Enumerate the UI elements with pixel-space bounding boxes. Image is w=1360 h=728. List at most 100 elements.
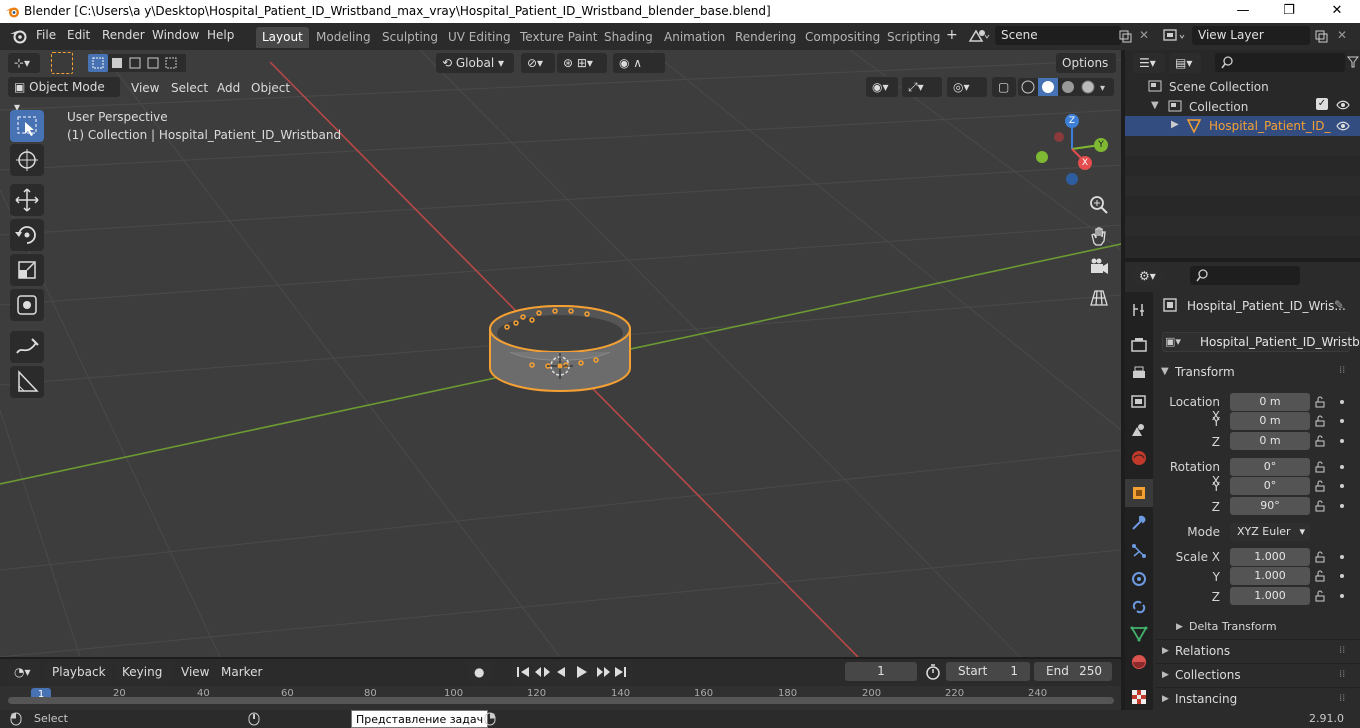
properties-search-input[interactable]: [1190, 266, 1300, 285]
object-name-field[interactable]: ▣▾ Hospital_Patient_ID_Wristba...: [1162, 332, 1360, 352]
transform-collapse-icon[interactable]: ▼: [1161, 366, 1169, 377]
maximize-button[interactable]: ❐: [1266, 0, 1312, 23]
location-x-field[interactable]: 0 m: [1230, 393, 1310, 411]
viewport-menu-view[interactable]: View: [131, 81, 159, 95]
keyframe-dot[interactable]: [1340, 484, 1344, 488]
remove-view-layer-icon[interactable]: ✕: [1337, 28, 1347, 42]
xray-toggle-icon[interactable]: ▢: [992, 77, 1016, 97]
keyframe-dot[interactable]: [1340, 594, 1344, 598]
keyframe-dot[interactable]: [1340, 555, 1344, 559]
viewport-menu-object[interactable]: Object: [251, 81, 290, 95]
menu-file[interactable]: File: [36, 28, 56, 42]
stopwatch-icon[interactable]: [924, 663, 942, 681]
pin-icon[interactable]: ✎: [1334, 298, 1344, 312]
gizmo-toggle-icon[interactable]: ⤢▾: [902, 77, 942, 97]
transform-orientation-dropdown[interactable]: ⟲ Global ▾: [436, 53, 514, 73]
outliner-row-object[interactable]: ▶ Hospital_Patient_ID_: [1125, 116, 1360, 136]
proportional-edit-button[interactable]: ◉ ∧: [613, 53, 665, 73]
pivot-point-button[interactable]: ⊘▾: [521, 53, 555, 73]
scale-z-field[interactable]: 1.000: [1230, 587, 1310, 605]
cursor-tool[interactable]: [10, 144, 44, 176]
object-label[interactable]: Hospital_Patient_ID_: [1209, 119, 1331, 133]
mode-dropdown[interactable]: ▣ Object Mode ▾: [8, 77, 120, 114]
menu-render[interactable]: Render: [102, 28, 145, 42]
constraint-properties-icon[interactable]: [1130, 597, 1148, 615]
select-tool-icon[interactable]: [51, 52, 73, 74]
gizmo-y-axis[interactable]: Y: [1094, 138, 1108, 152]
close-window-button[interactable]: ✕: [1314, 0, 1360, 23]
visibility-icon[interactable]: ◉▾: [866, 77, 898, 97]
scene-properties-icon[interactable]: [1130, 421, 1148, 439]
remove-scene-icon[interactable]: ✕: [1139, 28, 1149, 42]
select-box-tool[interactable]: [10, 110, 44, 142]
annotate-tool[interactable]: [10, 331, 44, 363]
drag-handle-icon[interactable]: ⁞⁞: [1339, 693, 1345, 704]
keyframe-dot[interactable]: [1340, 439, 1344, 443]
drag-handle-icon[interactable]: ⁞⁞: [1339, 645, 1345, 656]
rotation-y-field[interactable]: 0°: [1230, 477, 1310, 495]
outliner-editor-type[interactable]: ☰▾: [1133, 53, 1165, 73]
unlock-icon[interactable]: [1315, 480, 1327, 492]
timeline-editor-type[interactable]: ◔▾: [8, 662, 40, 682]
rotate-tool[interactable]: [10, 219, 44, 251]
view-layer-properties-icon[interactable]: [1130, 393, 1148, 411]
collection-expand-icon[interactable]: ▼: [1151, 100, 1159, 111]
unlock-icon[interactable]: [1315, 415, 1327, 427]
filter-icon[interactable]: [1347, 56, 1359, 68]
viewport-menu-select[interactable]: Select: [171, 81, 208, 95]
scale-x-field[interactable]: 1.000: [1230, 548, 1310, 566]
wristband-object[interactable]: [480, 292, 640, 404]
physics-properties-icon[interactable]: [1130, 570, 1148, 588]
menu-help[interactable]: Help: [207, 28, 234, 42]
move-tool[interactable]: [10, 184, 44, 216]
current-frame-field[interactable]: 1: [845, 662, 917, 681]
tab-modeling[interactable]: Modeling: [310, 27, 377, 48]
scene-field[interactable]: Scene: [995, 26, 1121, 45]
auto-keying-button[interactable]: ●: [468, 662, 494, 682]
menu-edit[interactable]: Edit: [67, 28, 90, 42]
timeline-scrollbar[interactable]: [8, 697, 1114, 704]
playback-menu[interactable]: Playback ▾: [46, 662, 112, 699]
object-properties-icon[interactable]: [1130, 484, 1148, 502]
render-properties-icon[interactable]: [1130, 336, 1148, 354]
gizmo-z-axis[interactable]: Z: [1065, 114, 1079, 128]
display-mode-icon[interactable]: ▤▾: [1169, 53, 1201, 73]
start-frame-field[interactable]: Start 1: [946, 662, 1030, 681]
end-frame-field[interactable]: End 250: [1034, 662, 1112, 681]
minimize-button[interactable]: —: [1220, 0, 1266, 23]
rotation-z-field[interactable]: 90°: [1230, 497, 1310, 515]
scale-tool[interactable]: [10, 254, 44, 286]
shading-mode-icons[interactable]: ▾: [1018, 78, 1114, 96]
keyframe-dot[interactable]: [1340, 504, 1344, 508]
options-dropdown[interactable]: Options ▾: [1056, 53, 1116, 90]
measure-tool[interactable]: [10, 366, 44, 398]
unlock-icon[interactable]: [1315, 590, 1327, 602]
viewport-menu-add[interactable]: Add: [217, 81, 240, 95]
relations-expand-icon[interactable]: ▶: [1162, 646, 1169, 656]
3d-viewport[interactable]: ⊹▾ ⟲ Global ▾ ⊘▾ ⊛ ⊞▾ ◉ ∧ Options ▾ ▣ Ob…: [0, 50, 1121, 657]
ortho-toggle-button[interactable]: [1086, 285, 1112, 311]
gizmo-x-axis[interactable]: X: [1078, 156, 1092, 170]
world-properties-icon[interactable]: [1130, 449, 1148, 467]
instancing-expand-icon[interactable]: ▶: [1162, 694, 1169, 704]
material-properties-icon[interactable]: [1130, 653, 1148, 671]
selection-mode-icons[interactable]: [88, 54, 186, 72]
collections-panel-title[interactable]: Collections: [1175, 668, 1241, 682]
copy-view-layer-icon[interactable]: [1314, 29, 1328, 43]
tab-compositing[interactable]: Compositing: [799, 27, 886, 48]
unlock-icon[interactable]: [1315, 461, 1327, 473]
overlays-toggle-icon[interactable]: ◎▾: [947, 77, 987, 97]
tab-shading[interactable]: Shading: [598, 27, 659, 48]
keyframe-dot[interactable]: [1340, 419, 1344, 423]
pan-button[interactable]: [1086, 223, 1112, 249]
object-expand-icon[interactable]: ▶: [1171, 119, 1179, 130]
snap-toggle-button[interactable]: ⊛ ⊞▾: [557, 53, 607, 73]
drag-handle-icon[interactable]: ⁞⁞: [1339, 365, 1345, 376]
zoom-button[interactable]: [1086, 192, 1112, 218]
unlock-icon[interactable]: [1315, 570, 1327, 582]
delta-expand-icon[interactable]: ▶: [1176, 622, 1183, 632]
keyframe-dot[interactable]: [1340, 400, 1344, 404]
rotation-x-field[interactable]: 0°: [1230, 458, 1310, 476]
location-z-field[interactable]: 0 m: [1230, 432, 1310, 450]
unlock-icon[interactable]: [1315, 500, 1327, 512]
